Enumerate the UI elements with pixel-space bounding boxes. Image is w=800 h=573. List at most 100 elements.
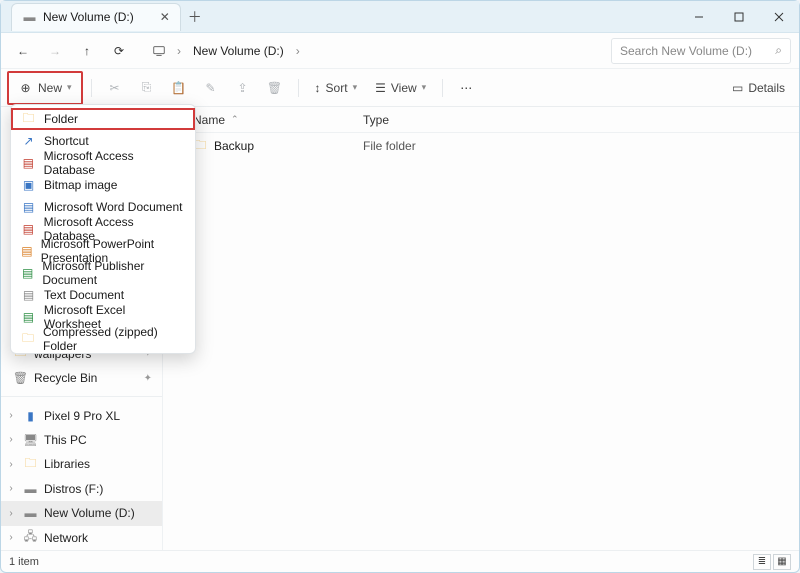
view-grid-toggle[interactable]: ▦ — [773, 554, 791, 570]
chevron-right-icon: › — [5, 459, 17, 470]
paste-button[interactable]: 📋 — [164, 74, 194, 102]
view-icon: ☰ — [375, 81, 386, 95]
rename-button[interactable]: ✎ — [196, 74, 226, 102]
menu-item-label: Folder — [44, 112, 78, 126]
details-button[interactable]: ▭ Details — [724, 74, 793, 102]
view-details-toggle[interactable]: ≣ — [753, 554, 771, 570]
delete-button[interactable]: 🗑 — [260, 74, 290, 102]
menu-item-bitmap[interactable]: ▣ Bitmap image — [11, 174, 195, 196]
add-tab-button[interactable]: ＋ — [181, 7, 209, 27]
new-menu: 🗀 Folder ↗ Shortcut ▤ Microsoft Access D… — [10, 104, 196, 354]
sidebar-item-network[interactable]: › 🖧 Network — [1, 526, 162, 550]
menu-item-publisher[interactable]: ▤ Microsoft Publisher Document — [11, 262, 195, 284]
back-button[interactable]: ← — [9, 37, 37, 65]
access-icon: ▤ — [21, 156, 36, 171]
menu-item-folder[interactable]: 🗀 Folder — [11, 108, 195, 130]
details-icon: ▭ — [732, 81, 743, 95]
sidebar-item-pixel[interactable]: › ▮ Pixel 9 Pro XL — [1, 403, 162, 427]
forward-button[interactable]: → — [41, 37, 69, 65]
close-tab-icon[interactable]: ✕ — [160, 10, 170, 24]
sidebar-item-label: This PC — [44, 433, 87, 447]
new-button[interactable]: ⊕ New ▾ — [10, 74, 80, 102]
new-button-highlight: ⊕ New ▾ — [7, 71, 83, 105]
sidebar-item-label: New Volume (D:) — [44, 506, 135, 520]
chevron-right-icon: › — [5, 508, 17, 519]
tab-title: New Volume (D:) — [43, 10, 134, 24]
sort-icon: ↕ — [315, 81, 321, 95]
sidebar-item-recyclebin[interactable]: 🗑 Recycle Bin ✦ — [1, 366, 162, 390]
drive-icon: ▬ — [23, 506, 38, 521]
sidebar-item-libraries[interactable]: › 🗀 Libraries — [1, 452, 162, 476]
share-button[interactable]: ⇪ — [228, 74, 258, 102]
sort-button[interactable]: ↕ Sort ▾ — [307, 74, 366, 102]
maximize-button[interactable] — [719, 1, 759, 33]
close-button[interactable] — [759, 1, 799, 33]
more-button[interactable]: ⋯ — [451, 74, 481, 102]
file-name: Backup — [214, 139, 254, 153]
sidebar-item-label: Pixel 9 Pro XL — [44, 409, 120, 423]
sort-asc-icon: ⌃ — [231, 114, 239, 125]
column-type[interactable]: Type — [353, 113, 389, 127]
drive-icon: ▬ — [22, 10, 37, 25]
file-row[interactable]: 🗀 Backup File folder — [163, 133, 799, 159]
plus-circle-icon: ⊕ — [18, 80, 33, 95]
toolbar: ⊕ New ▾ ✂ ⎘ 📋 ✎ ⇪ 🗑 ↕ Sort ▾ ☰ View ▾ ⋯ … — [1, 69, 799, 107]
pc-icon[interactable] — [145, 37, 173, 65]
sidebar-item-thispc[interactable]: › 🖥 This PC — [1, 428, 162, 452]
status-text: 1 item — [9, 556, 39, 568]
menu-item-label: Microsoft Access Database — [44, 149, 185, 177]
sidebar-item-label: Libraries — [44, 457, 90, 471]
libraries-icon: 🗀 — [23, 457, 38, 472]
chevron-right-icon: › — [5, 532, 17, 543]
menu-item-label: Microsoft Publisher Document — [42, 259, 185, 287]
recycle-icon: 🗑 — [13, 371, 28, 386]
menu-item-access[interactable]: ▤ Microsoft Access Database — [11, 152, 195, 174]
cut-button[interactable]: ✂ — [100, 74, 130, 102]
search-icon: ⌕ — [775, 43, 782, 58]
file-pane: Name ⌃ Type 🗀 Backup File folder — [163, 107, 799, 550]
up-button[interactable]: ↑ — [73, 37, 101, 65]
statusbar: 1 item ≣ ▦ — [1, 550, 799, 572]
sidebar-item-label: Network — [44, 531, 88, 545]
refresh-button[interactable]: ⟳ — [105, 37, 133, 65]
chevron-down-icon: ▾ — [422, 82, 427, 93]
bitmap-icon: ▣ — [21, 178, 36, 193]
menu-item-label: Microsoft Word Document — [44, 200, 183, 214]
chevron-right-icon: › — [177, 44, 181, 58]
pin-icon: ✦ — [144, 373, 152, 384]
word-icon: ▤ — [21, 200, 36, 215]
publisher-icon: ▤ — [21, 266, 34, 281]
sidebar-item-newvolume[interactable]: › ▬ New Volume (D:) — [1, 501, 162, 525]
chevron-right-icon: › — [296, 44, 300, 58]
powerpoint-icon: ▤ — [21, 244, 33, 259]
zip-icon: 🗀 — [21, 332, 35, 347]
network-icon: 🖧 — [23, 530, 38, 545]
text-icon: ▤ — [21, 288, 36, 303]
shortcut-icon: ↗ — [21, 134, 36, 149]
chevron-right-icon: › — [5, 483, 17, 494]
navbar: ← → ↑ ⟳ › New Volume (D:) › Search New V… — [1, 33, 799, 69]
access-icon: ▤ — [21, 222, 36, 237]
window-controls — [679, 1, 799, 33]
file-type: File folder — [353, 139, 416, 153]
breadcrumb[interactable]: New Volume (D:) — [185, 37, 292, 65]
sort-label: Sort — [326, 81, 348, 95]
menu-item-label: Shortcut — [44, 134, 89, 148]
minimize-button[interactable] — [679, 1, 719, 33]
sidebar-item-label: Distros (F:) — [44, 482, 103, 496]
folder-icon: 🗀 — [21, 112, 36, 127]
view-button[interactable]: ☰ View ▾ — [367, 74, 434, 102]
breadcrumb-text: New Volume (D:) — [193, 44, 284, 58]
menu-item-label: Compressed (zipped) Folder — [43, 325, 185, 353]
sidebar-item-distros[interactable]: › ▬ Distros (F:) — [1, 477, 162, 501]
menu-item-label: Text Document — [44, 288, 124, 302]
menu-item-zip[interactable]: 🗀 Compressed (zipped) Folder — [11, 328, 195, 350]
copy-button[interactable]: ⎘ — [132, 74, 162, 102]
tab-current[interactable]: ▬ New Volume (D:) ✕ — [11, 3, 181, 31]
pc-icon: 🖥 — [23, 432, 38, 447]
new-label: New — [38, 81, 62, 95]
chevron-down-icon: ▾ — [353, 82, 358, 93]
drive-icon: ▬ — [23, 481, 38, 496]
search-input[interactable]: Search New Volume (D:) ⌕ — [611, 38, 791, 64]
chevron-right-icon: › — [5, 410, 17, 421]
